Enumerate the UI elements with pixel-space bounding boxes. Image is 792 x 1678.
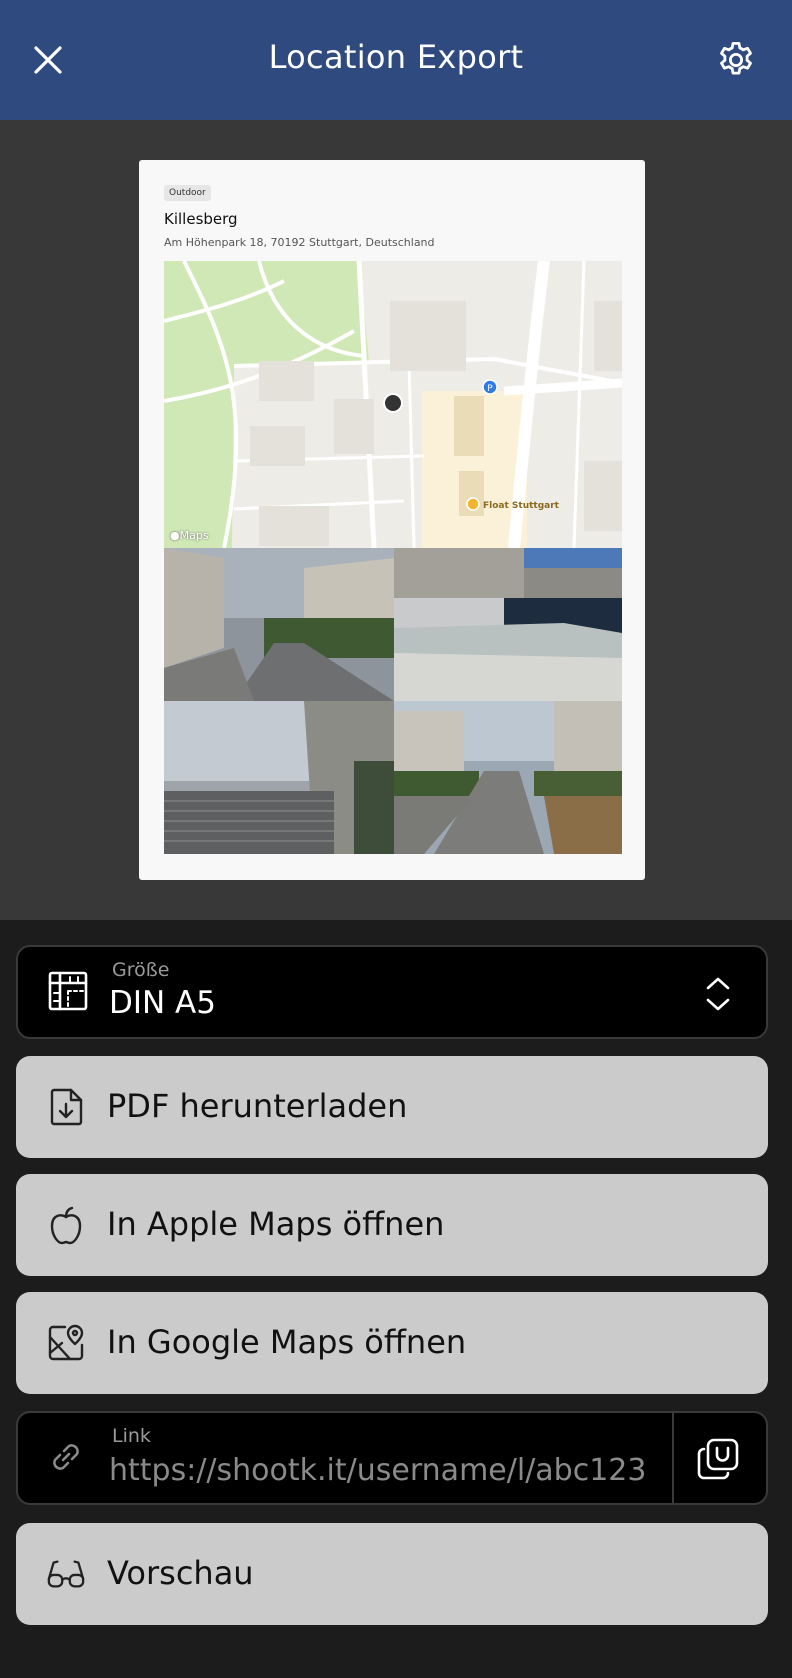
copy-link-button[interactable] xyxy=(690,1433,746,1485)
pdf-download-label: PDF herunterladen xyxy=(107,1087,408,1125)
photo-fountain-plaza xyxy=(394,548,622,701)
location-name: Killesberg xyxy=(164,210,238,228)
export-preview-area: Outdoor Killesberg Am Höhenpark 18, 7019… xyxy=(0,120,792,920)
parking-marker: P xyxy=(487,384,493,394)
photo-stairs xyxy=(164,701,394,854)
google-maps-button[interactable]: In Google Maps öffnen xyxy=(16,1292,768,1394)
gear-icon xyxy=(720,41,752,75)
settings-button[interactable] xyxy=(712,36,760,84)
apple-maps-button[interactable]: In Apple Maps öffnen xyxy=(16,1174,768,1276)
maps-attribution: ●Maps xyxy=(170,529,209,542)
link-label: Link xyxy=(112,1425,151,1447)
size-select[interactable]: Größe DIN A5 xyxy=(16,945,768,1039)
location-map: P Float Stuttgart ●Maps xyxy=(164,261,622,548)
apple-logo-icon: ● xyxy=(170,529,180,542)
location-address: Am Höhenpark 18, 70192 Stuttgart, Deutsc… xyxy=(164,236,435,249)
photo-walkway xyxy=(394,701,622,854)
link-divider xyxy=(672,1413,674,1503)
link-icon xyxy=(46,1437,86,1481)
copy-icon xyxy=(697,1438,739,1480)
photo-street-buildings xyxy=(164,548,394,701)
export-preview-card: Outdoor Killesberg Am Höhenpark 18, 7019… xyxy=(139,160,645,880)
photo-grid xyxy=(164,548,622,854)
pdf-download-button[interactable]: PDF herunterladen xyxy=(16,1056,768,1158)
poi-label: Float Stuttgart xyxy=(483,501,559,511)
file-download-icon xyxy=(46,1087,86,1127)
map-pin-icon xyxy=(46,1323,86,1363)
apple-maps-label: In Apple Maps öffnen xyxy=(107,1205,445,1243)
app-header: Location Export xyxy=(0,0,792,120)
glasses-icon xyxy=(46,1554,86,1594)
apple-icon xyxy=(46,1205,86,1245)
link-url-input[interactable]: https://shootk.it/username/l/abc123 xyxy=(109,1453,646,1488)
size-label: Größe xyxy=(112,959,170,981)
preview-label: Vorschau xyxy=(107,1554,254,1592)
category-tag: Outdoor xyxy=(164,185,211,201)
ruler-layout-icon xyxy=(46,969,90,1017)
chevron-up-down-icon xyxy=(704,975,732,1017)
link-field: Link https://shootk.it/username/l/abc123 xyxy=(16,1411,768,1505)
preview-button[interactable]: Vorschau xyxy=(16,1523,768,1625)
page-title: Location Export xyxy=(268,38,524,76)
size-value: DIN A5 xyxy=(109,985,216,1021)
google-maps-label: In Google Maps öffnen xyxy=(107,1323,467,1361)
